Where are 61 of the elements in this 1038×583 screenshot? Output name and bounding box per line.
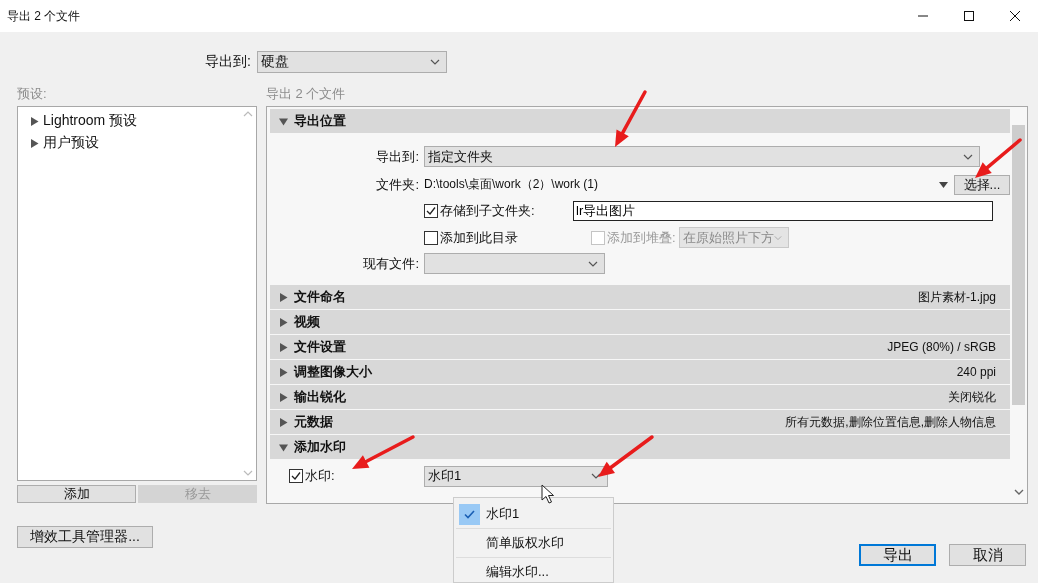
- section-header[interactable]: 元数据 所有元数据,删除位置信息,删除人物信息: [270, 410, 1010, 434]
- checkbox[interactable]: [424, 203, 438, 218]
- scroll-down-icon: [243, 470, 253, 476]
- check-icon: [426, 205, 436, 216]
- scroll-up-icon: [243, 111, 253, 117]
- section-header[interactable]: 添加水印: [270, 435, 1010, 459]
- check-icon: [291, 471, 301, 481]
- field-label: 现有文件:: [362, 254, 420, 273]
- export-to-label: 导出到:: [205, 53, 251, 71]
- panel-caption: 导出 2 个文件: [266, 86, 347, 103]
- close-icon: [1010, 11, 1020, 21]
- annotation-arrow: [615, 90, 647, 147]
- section-header[interactable]: 输出锐化 关闭锐化: [270, 385, 1010, 409]
- add-button[interactable]: 添加: [17, 485, 136, 503]
- section-summary: 所有元数据,删除位置信息,删除人物信息: [785, 413, 996, 431]
- menu-item[interactable]: 编辑水印...: [456, 558, 611, 583]
- section-summary: 关闭锐化: [948, 388, 996, 406]
- section-summary: 240 ppi: [956, 365, 996, 379]
- plugin-manager-button[interactable]: 增效工具管理器...: [17, 526, 153, 548]
- scrollbar-thumb[interactable]: [1012, 125, 1025, 405]
- menu-item[interactable]: 水印1: [456, 500, 611, 529]
- chevron-down-icon: [963, 153, 973, 160]
- section-header[interactable]: 调整图像大小 240 ppi: [270, 360, 1010, 384]
- maximize-icon: [964, 11, 974, 21]
- dropdown-triangle-icon: [939, 181, 948, 188]
- section-header[interactable]: 视频: [270, 310, 1010, 334]
- export-folder-dropdown[interactable]: 指定文件夹: [424, 146, 980, 167]
- section-header[interactable]: 导出位置: [270, 109, 1010, 133]
- section-summary: JPEG (80%) / sRGB: [887, 340, 996, 354]
- checkbox-label: 存储到子文件夹:: [440, 201, 536, 220]
- menu-item[interactable]: 简单版权水印: [456, 529, 611, 558]
- preset-folder[interactable]: Lightroom 预设: [30, 110, 240, 132]
- chevron-down-icon: [588, 260, 598, 267]
- section-header[interactable]: 文件设置 JPEG (80%) / sRGB: [270, 335, 1010, 359]
- chevron-down-icon: [773, 234, 782, 241]
- subfolder-input[interactable]: lr导出图片: [573, 200, 993, 221]
- presets-label: 预设:: [17, 86, 48, 103]
- checkbox-label: 水印:: [305, 467, 335, 485]
- checkbox-label: 添加到堆叠:: [607, 228, 676, 247]
- field-label: 导出到:: [375, 147, 420, 166]
- annotation-arrow: [352, 435, 415, 469]
- existing-files-dropdown[interactable]: [424, 253, 605, 274]
- annotation-arrow: [598, 435, 654, 477]
- checkbox[interactable]: [424, 230, 438, 245]
- preset-folder[interactable]: 用户预设: [30, 132, 240, 154]
- check-icon: [464, 509, 475, 519]
- export-button[interactable]: 导出: [859, 544, 936, 566]
- window-title: 导出 2 个文件: [6, 7, 82, 25]
- annotation-arrow: [975, 138, 1022, 178]
- chevron-down-icon: [429, 59, 440, 65]
- field-label: 文件夹:: [375, 175, 420, 194]
- checkbox-label: 添加到此目录: [440, 228, 519, 247]
- folder-path: D:\tools\桌面\work（2）\work (1): [424, 176, 600, 193]
- section-header[interactable]: 文件命名 图片素材-1.jpg: [270, 285, 1010, 309]
- watermark-dropdown[interactable]: 水印1: [424, 465, 608, 487]
- checkbox[interactable]: [289, 469, 303, 483]
- scroll-down-icon: [1013, 489, 1024, 495]
- cancel-button[interactable]: 取消: [949, 544, 1026, 566]
- export-target-dropdown[interactable]: 硬盘: [256, 51, 447, 73]
- choose-button[interactable]: 选择...: [954, 174, 1010, 195]
- section-summary: 图片素材-1.jpg: [917, 288, 996, 306]
